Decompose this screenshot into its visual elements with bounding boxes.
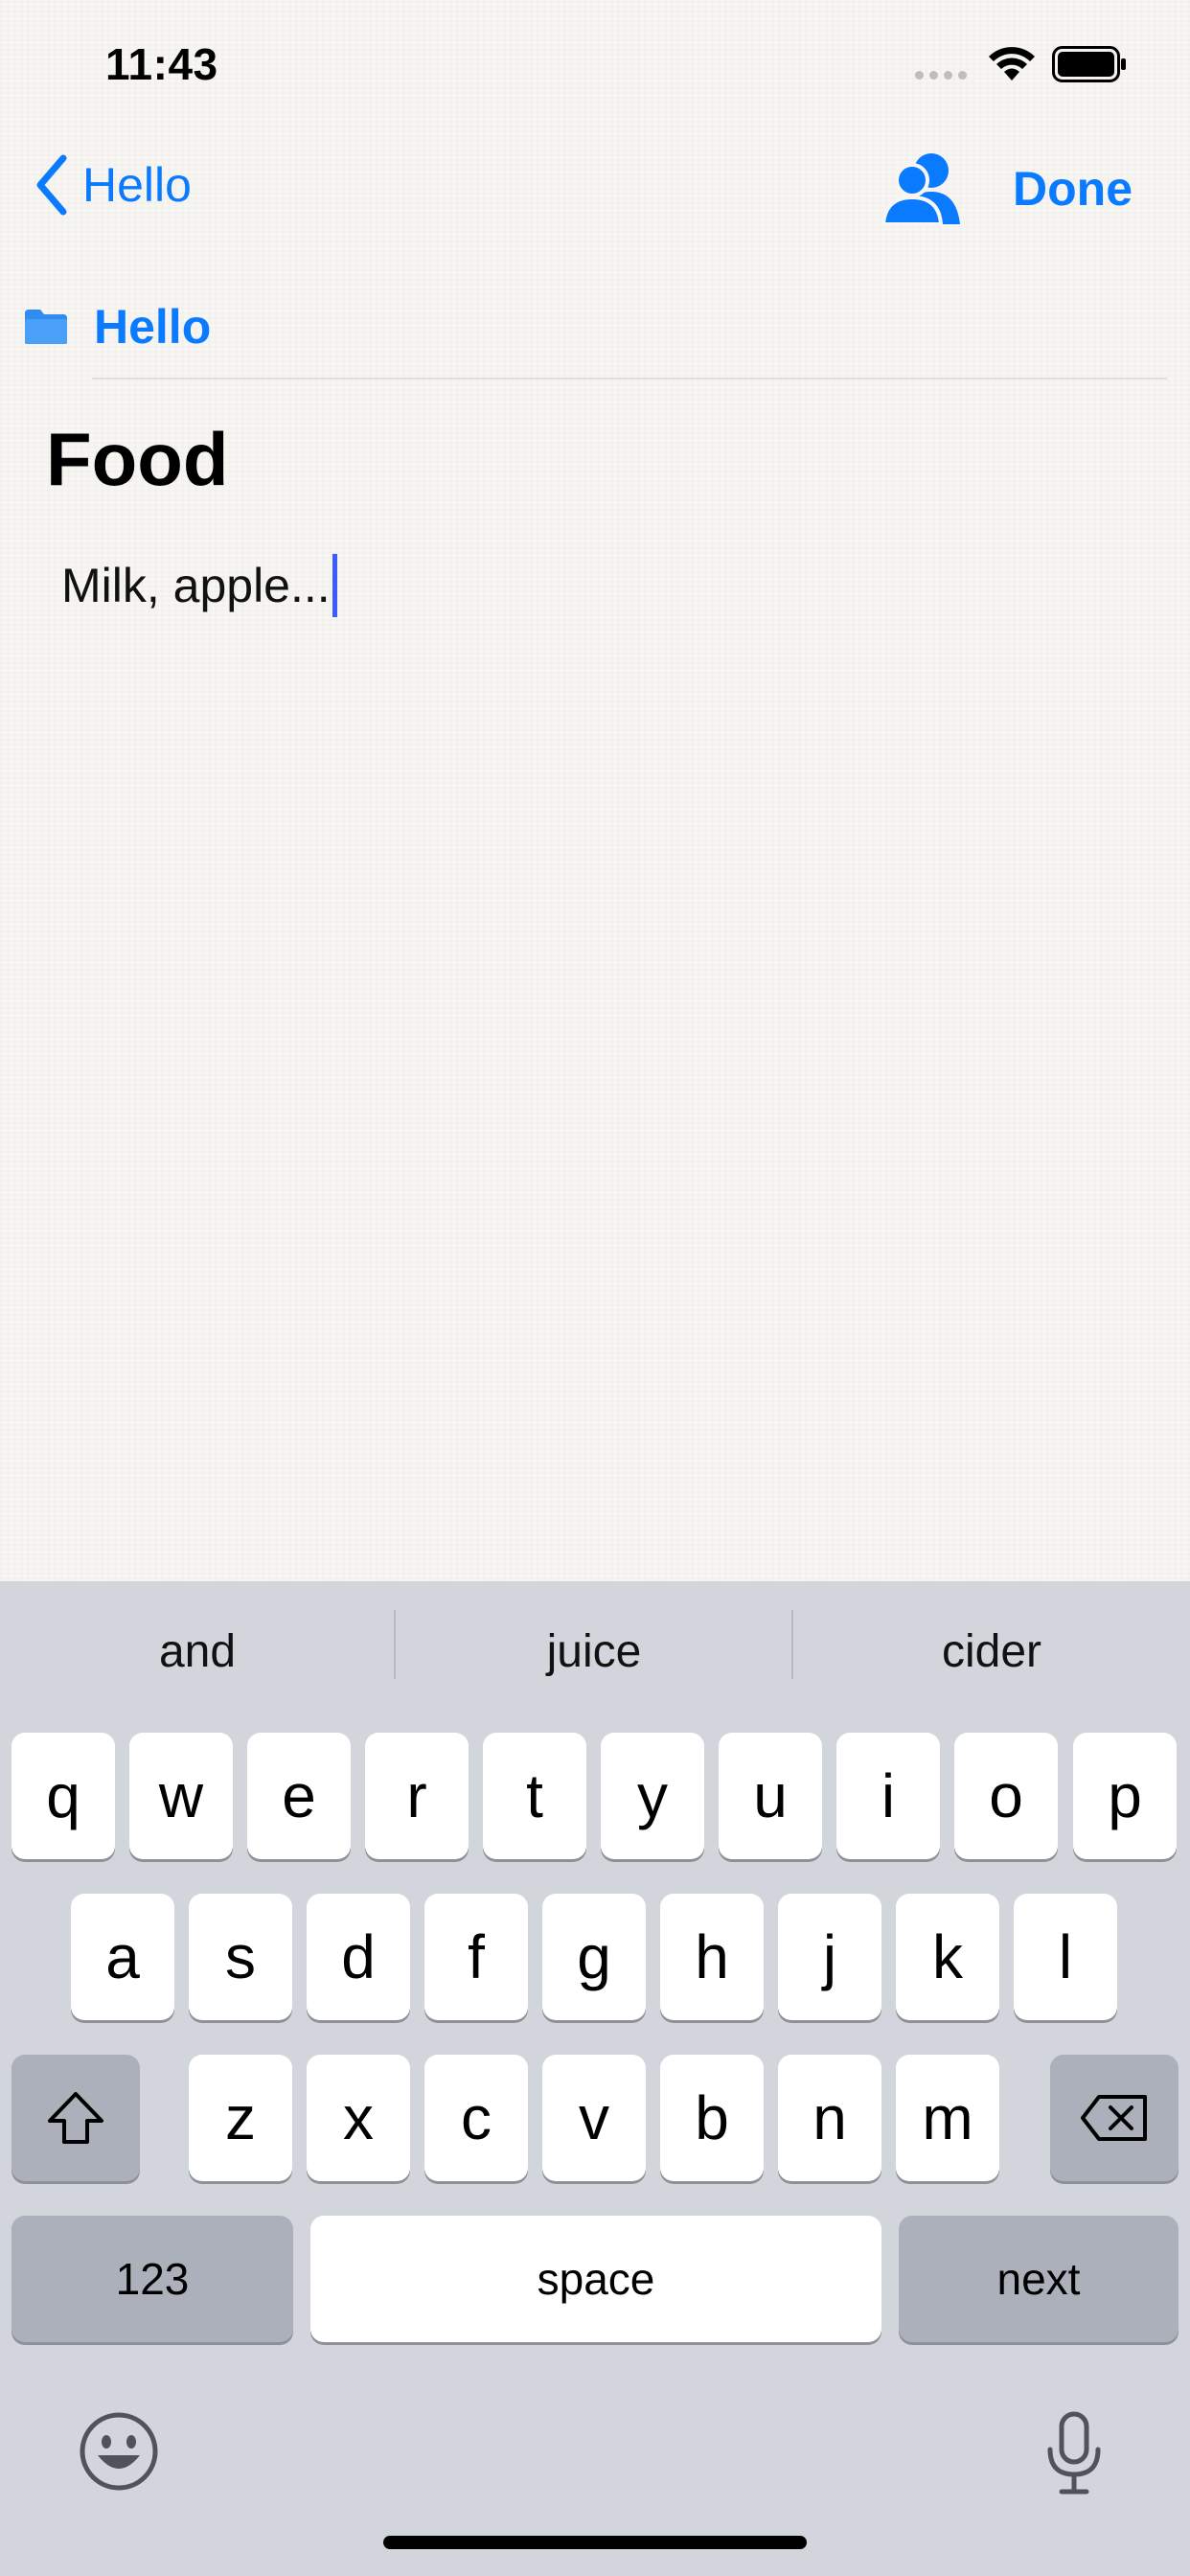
home-indicator[interactable] (383, 2536, 807, 2549)
next-key[interactable]: next (899, 2216, 1179, 2342)
key-t[interactable]: t (483, 1733, 586, 1859)
key-a[interactable]: a (71, 1894, 174, 2020)
key-c[interactable]: c (424, 2055, 528, 2181)
key-u[interactable]: u (719, 1733, 822, 1859)
folder-link[interactable]: Hello (23, 299, 211, 355)
key-g[interactable]: g (542, 1894, 646, 2020)
key-f[interactable]: f (424, 1894, 528, 2020)
key-m[interactable]: m (896, 2055, 999, 2181)
numbers-key[interactable]: 123 (11, 2216, 293, 2342)
key-x[interactable]: x (307, 2055, 410, 2181)
share-people-icon (881, 153, 960, 226)
delete-key[interactable] (1050, 2055, 1179, 2181)
wifi-icon (987, 44, 1037, 87)
suggestion-2[interactable]: juice (396, 1608, 792, 1694)
note-title[interactable]: Food (46, 416, 229, 503)
key-y[interactable]: y (601, 1733, 704, 1859)
status-time: 11:43 (105, 39, 218, 89)
key-v[interactable]: v (542, 2055, 646, 2181)
share-people-button[interactable] (881, 148, 962, 231)
key-s[interactable]: s (189, 1894, 292, 2020)
space-key[interactable]: space (310, 2216, 881, 2342)
key-b[interactable]: b (660, 2055, 764, 2181)
key-w[interactable]: w (129, 1733, 233, 1859)
signal-icon (915, 71, 967, 80)
note-body-text: Milk, apple... (61, 559, 331, 612)
key-o[interactable]: o (954, 1733, 1058, 1859)
text-caret (332, 554, 337, 617)
suggestion-3[interactable]: cider (793, 1608, 1190, 1694)
keyboard: and juice cider q w e r t y u i o p a s … (0, 1581, 1190, 2576)
shift-icon (48, 2092, 103, 2144)
battery-icon (1052, 46, 1129, 87)
key-i[interactable]: i (836, 1733, 940, 1859)
key-h[interactable]: h (660, 1894, 764, 2020)
key-r[interactable]: r (365, 1733, 469, 1859)
chevron-left-icon (36, 154, 67, 216)
delete-icon (1081, 2095, 1147, 2141)
folder-label: Hello (94, 300, 212, 354)
microphone-button[interactable] (1044, 2411, 1104, 2500)
key-q[interactable]: q (11, 1733, 115, 1859)
key-n[interactable]: n (778, 2055, 881, 2181)
done-button[interactable]: Done (1013, 161, 1133, 217)
microphone-icon (1047, 2411, 1101, 2495)
folder-icon (25, 310, 67, 344)
key-z[interactable]: z (189, 2055, 292, 2181)
emoji-button[interactable] (79, 2411, 159, 2496)
back-button-label: Hello (82, 158, 192, 212)
key-k[interactable]: k (896, 1894, 999, 2020)
key-j[interactable]: j (778, 1894, 881, 2020)
divider (92, 378, 1167, 380)
key-d[interactable]: d (307, 1894, 410, 2020)
key-p[interactable]: p (1073, 1733, 1177, 1859)
suggestion-1[interactable]: and (0, 1608, 395, 1694)
shift-key[interactable] (11, 2055, 140, 2181)
back-button[interactable]: Hello (33, 153, 192, 217)
key-e[interactable]: e (247, 1733, 351, 1859)
key-l[interactable]: l (1014, 1894, 1117, 2020)
note-body[interactable]: Milk, apple... (61, 554, 337, 617)
emoji-icon (80, 2412, 158, 2491)
